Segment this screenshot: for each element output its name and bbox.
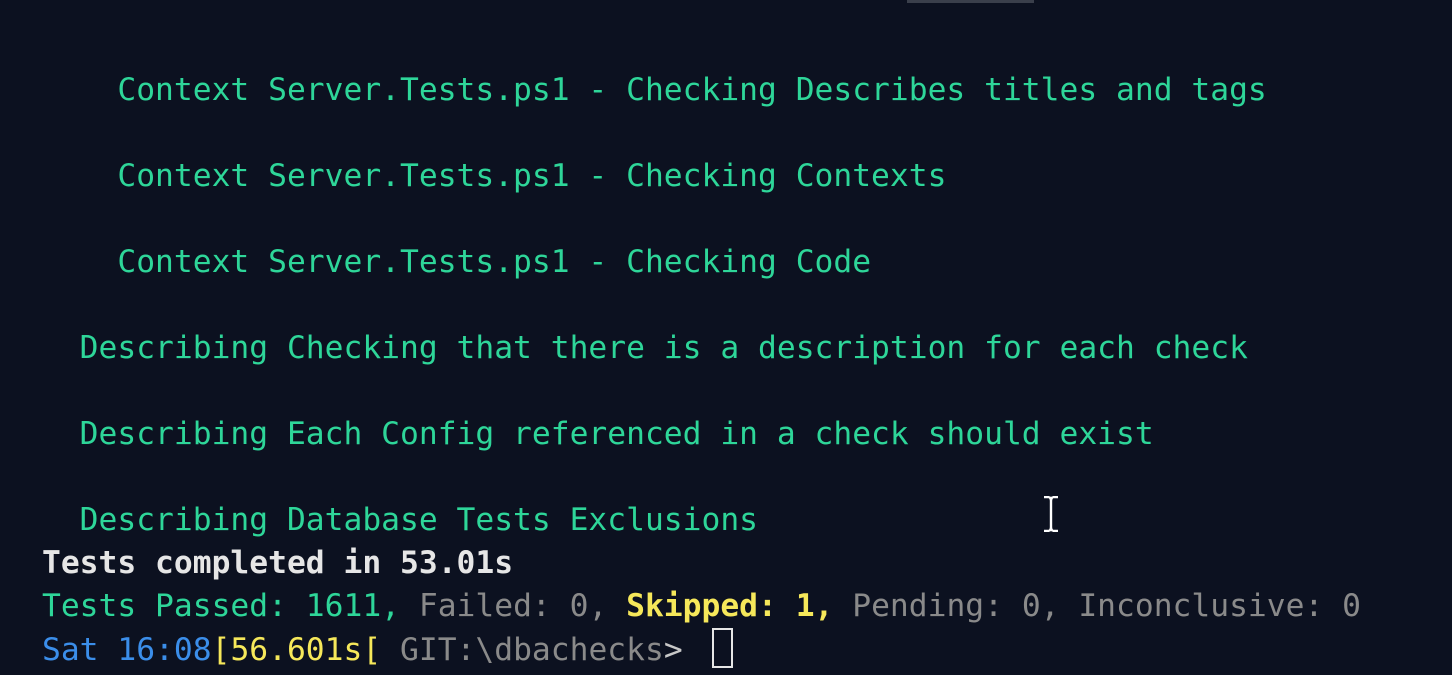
tests-failed: Failed: 0,	[400, 588, 608, 624]
prompt-time: 16:08	[117, 632, 212, 668]
output-line: Context Server.Tests.ps1 - Checking Cont…	[42, 158, 947, 194]
block-cursor-icon[interactable]	[711, 628, 733, 668]
tests-summary-line: Tests Passed: 1611, Failed: 0, Skipped: …	[42, 585, 1361, 628]
prompt-line[interactable]: Sat 16:08[56.601s[ GIT:\dbachecks>	[42, 628, 733, 671]
prompt-bracket: [	[211, 632, 231, 668]
prompt-path: GIT:\dbachecks	[381, 632, 664, 668]
prompt-day: Sat	[42, 632, 99, 668]
i-beam-cursor-icon	[1044, 496, 1058, 532]
tests-skipped: Skipped: 1,	[607, 588, 834, 624]
output-line: Describing Checking that there is a desc…	[42, 330, 1248, 366]
output-line: Context Server.Tests.ps1 - Checking Desc…	[42, 72, 1267, 108]
terminal-window[interactable]: Context Server.Tests.ps1 - Checking Desc…	[0, 0, 1452, 675]
output-line: Context Server.Tests.ps1 - Checking Code	[42, 244, 872, 280]
scroll-indicator[interactable]	[907, 0, 1034, 3]
prompt-symbol: >	[663, 632, 702, 668]
output-line: Describing Database Tests Exclusions	[42, 502, 759, 538]
tests-passed: Tests Passed: 1611,	[42, 588, 401, 624]
output-line: Describing Each Config referenced in a c…	[42, 416, 1154, 452]
tests-pending-inconclusive: Pending: 0, Inconclusive: 0	[833, 588, 1361, 624]
prompt-duration: 56.601s	[230, 632, 363, 668]
tests-completed-line: Tests completed in 53.01s	[42, 545, 514, 581]
prompt-bracket: [	[362, 632, 382, 668]
